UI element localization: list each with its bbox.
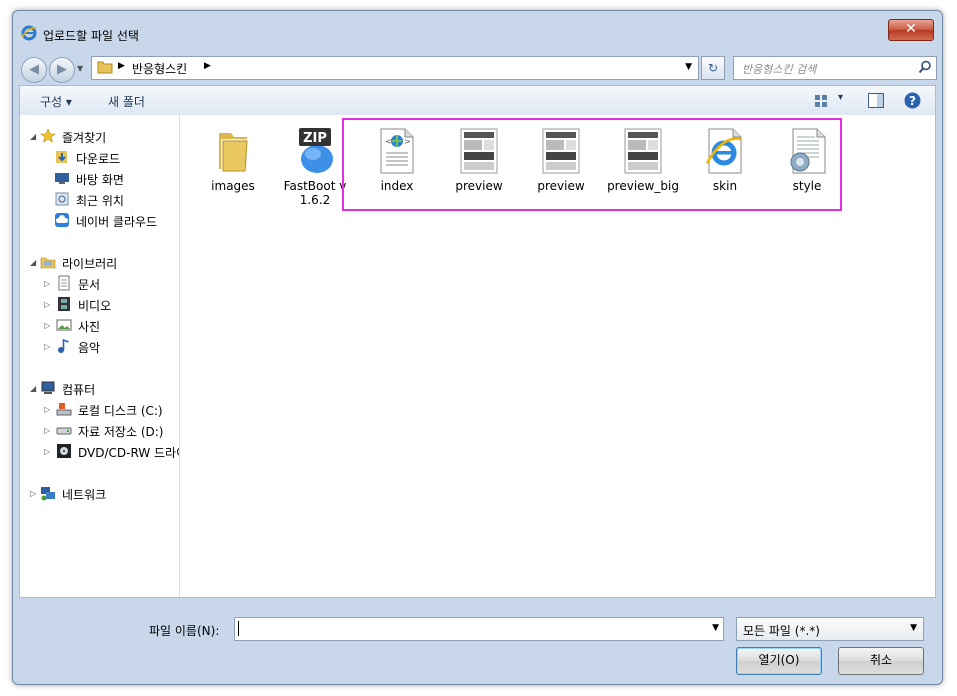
ie-icon <box>21 25 37 41</box>
filename-input[interactable]: ▼ <box>234 617 724 641</box>
expand-arrow-icon[interactable]: ▷ <box>44 405 50 414</box>
sidebar-item-label: 네이버 클라우드 <box>76 215 158 229</box>
sidebar-group-libraries[interactable]: ◢ 라이브러리 <box>30 253 179 271</box>
library-icon <box>40 257 56 269</box>
hard-drive-icon <box>56 427 72 435</box>
zip-icon: ZIP <box>299 128 333 173</box>
window-title: 업로드할 파일 선택 <box>43 29 139 43</box>
search-input[interactable]: 반응형스킨 검색 <box>733 56 937 80</box>
dvd-drive-icon <box>57 444 71 458</box>
sidebar-group-label: 네트워크 <box>62 488 107 502</box>
sidebar-item-label: 바탕 화면 <box>76 173 124 187</box>
search-placeholder: 반응형스킨 검색 <box>742 63 817 76</box>
recent-places-icon <box>55 192 69 206</box>
expand-arrow-icon[interactable]: ▷ <box>44 279 50 288</box>
file-type-dropdown-icon[interactable]: ▼ <box>910 623 917 633</box>
download-folder-icon <box>56 151 67 163</box>
collapse-arrow-icon[interactable]: ◢ <box>30 132 36 141</box>
star-icon <box>40 128 56 143</box>
file-selection-area: 파일 이름(N): ▼ 모든 파일 (*.*) ▼ 열기(O) 취소 <box>19 599 936 679</box>
sidebar-group-label: 컴퓨터 <box>62 383 96 397</box>
new-folder-button[interactable]: 새 폴더 <box>108 93 145 110</box>
hard-drive-icon <box>56 403 72 416</box>
address-dropdown-icon[interactable]: ▼ <box>685 62 692 72</box>
expand-arrow-icon[interactable]: ▷ <box>44 342 50 351</box>
navigation-pane[interactable]: ◢ 즐겨찾기 다운로드 바탕 화면 최근 위치 네이버 클라우드 ◢ 라이브러리… <box>20 115 180 597</box>
address-bar[interactable]: ▶ 반응형스킨 ▶ ▼ <box>91 56 699 80</box>
expand-arrow-icon[interactable]: ▷ <box>44 321 50 330</box>
file-type-value: 모든 파일 (*.*) <box>743 624 820 638</box>
navigation-row: ◀ ▶ ▼ ▶ 반응형스킨 ▶ ▼ ↻ 반응형스킨 검색 <box>19 55 937 83</box>
selection-highlight-box <box>342 118 842 211</box>
sidebar-item-label: DVD/CD-RW 드라이 <box>78 446 180 460</box>
filename-label: 파일 이름(N): <box>149 624 220 638</box>
desktop-icon <box>55 173 69 184</box>
sidebar-group-network[interactable]: ▷ 네트워크 <box>30 484 179 502</box>
sidebar-item-label: 비디오 <box>78 299 112 313</box>
breadcrumb-separator-icon[interactable]: ▶ <box>118 61 125 71</box>
refresh-button[interactable]: ↻ <box>701 56 725 80</box>
organize-button[interactable]: 구성 ▾ <box>40 93 72 110</box>
forward-button[interactable]: ▶ <box>49 57 75 83</box>
folder-icon <box>219 133 248 172</box>
music-note-icon <box>58 338 69 353</box>
sidebar-item-label: 로컬 디스크 (C:) <box>78 404 163 418</box>
sidebar-item-label: 사진 <box>78 320 101 334</box>
cloud-icon <box>55 213 69 227</box>
back-button[interactable]: ◀ <box>21 57 47 83</box>
recent-pages-dropdown-icon[interactable]: ▼ <box>77 64 83 73</box>
view-dropdown-icon[interactable]: ▾ <box>838 92 843 103</box>
computer-icon <box>41 381 55 394</box>
folder-icon <box>97 61 113 74</box>
search-icon[interactable] <box>918 60 932 74</box>
expand-arrow-icon[interactable]: ▷ <box>30 489 36 498</box>
expand-arrow-icon[interactable]: ▷ <box>44 300 50 309</box>
expand-arrow-icon[interactable]: ▷ <box>44 447 50 456</box>
sidebar-group-label: 라이브러리 <box>62 257 118 271</box>
open-button[interactable]: 열기(O) <box>736 647 822 675</box>
file-item[interactable]: ZIP FastBoot v1.6.2 <box>278 127 352 207</box>
sidebar-group-computer[interactable]: ◢ 컴퓨터 <box>30 379 179 397</box>
sidebar-item-label: 최근 위치 <box>76 194 124 208</box>
svg-text:?: ? <box>909 94 916 108</box>
sidebar-item-label: 다운로드 <box>76 152 121 166</box>
film-icon <box>58 297 70 311</box>
preview-pane-icon[interactable] <box>868 93 884 108</box>
document-icon <box>58 275 70 291</box>
breadcrumb-item[interactable]: 반응형스킨 <box>132 60 187 77</box>
sidebar-group-label: 즐겨찾기 <box>62 131 107 145</box>
sidebar-item-label: 자료 저장소 (D:) <box>78 425 164 439</box>
file-item[interactable]: images <box>196 127 270 193</box>
close-button[interactable]: ✕ <box>888 19 934 41</box>
view-options-icon[interactable] <box>814 94 828 108</box>
file-name: FastBoot v1.6.2 <box>283 179 347 207</box>
collapse-arrow-icon[interactable]: ◢ <box>30 384 36 393</box>
file-type-select[interactable]: 모든 파일 (*.*) ▼ <box>736 617 924 641</box>
cancel-button[interactable]: 취소 <box>838 647 924 675</box>
text-caret <box>238 621 239 636</box>
file-name: images <box>211 179 255 193</box>
sidebar-item-label: 문서 <box>78 278 101 292</box>
breadcrumb-separator-icon[interactable]: ▶ <box>204 61 211 71</box>
zip-badge: ZIP <box>303 131 327 146</box>
network-icon <box>41 487 55 501</box>
file-dialog-window: 업로드할 파일 선택 ✕ ◀ ▶ ▼ ▶ 반응형스킨 ▶ ▼ ↻ 반응형스킨 검… <box>12 10 943 685</box>
filename-dropdown-icon[interactable]: ▼ <box>712 623 719 633</box>
expand-arrow-icon[interactable]: ▷ <box>44 426 50 435</box>
sidebar-item-label: 음악 <box>78 341 101 355</box>
command-toolbar: 구성 ▾ 새 폴더 ▾ ? <box>19 85 936 117</box>
title-bar[interactable]: 업로드할 파일 선택 ✕ <box>13 11 942 53</box>
collapse-arrow-icon[interactable]: ◢ <box>30 258 36 267</box>
help-icon[interactable]: ? <box>904 92 921 109</box>
sidebar-group-favorites[interactable]: ◢ 즐겨찾기 <box>30 127 179 145</box>
picture-icon <box>56 319 72 331</box>
